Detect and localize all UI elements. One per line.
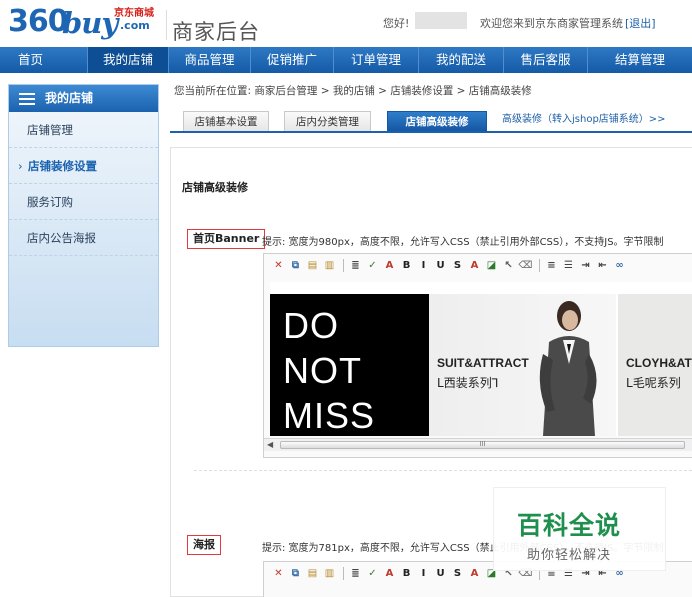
bg-color-icon[interactable]: ◪: [484, 258, 499, 273]
nav-home[interactable]: 首页: [0, 47, 88, 73]
banner-label: 首页Banner: [187, 229, 266, 249]
watermark: 百科全说 助你轻松解决: [493, 487, 666, 571]
sidebar-title: 我的店铺: [45, 91, 94, 105]
underline-icon[interactable]: U: [433, 566, 448, 581]
bold-icon[interactable]: B: [399, 258, 414, 273]
bold-icon[interactable]: B: [399, 566, 414, 581]
banner-image-black: DO NOT MISS: [270, 294, 429, 436]
suit-cn-text: L西装系列⅂: [437, 376, 499, 390]
greeting-text: 您好!: [383, 17, 410, 30]
banner-image-coat: CLOYH&AT L毛呢系列: [618, 294, 692, 436]
sidebar-item-announcement[interactable]: 店内公告海报: [9, 220, 158, 256]
tab-basic-settings[interactable]: 店铺基本设置: [183, 111, 269, 131]
nav-products[interactable]: 商品管理: [169, 47, 251, 73]
poster-label: 海报: [187, 535, 221, 555]
scroll-left-icon[interactable]: ◀: [267, 440, 273, 449]
model-figure-icon: [539, 301, 597, 436]
pointer-icon[interactable]: ↖: [501, 258, 516, 273]
logo-jd-text: 京东商城: [114, 8, 154, 19]
logo-360-text: 360: [8, 4, 69, 39]
site-logo[interactable]: 360 buy 京东商城 .com: [8, 4, 160, 44]
copy-icon[interactable]: ⧉: [288, 566, 303, 581]
nav-delivery[interactable]: 我的配送: [419, 47, 504, 73]
strike-icon[interactable]: S: [450, 566, 465, 581]
sidebar-item-service-order[interactable]: 服务订购: [9, 184, 158, 220]
strike-icon[interactable]: S: [450, 258, 465, 273]
font-color-icon[interactable]: A: [467, 258, 482, 273]
paste-icon[interactable]: ▤: [305, 566, 320, 581]
sidebar-item-label: 店铺装修设置: [28, 159, 97, 173]
outdent-icon[interactable]: ⇤: [595, 258, 610, 273]
app-title: 商家后台: [172, 20, 260, 44]
spellcheck-icon[interactable]: ✓: [365, 258, 380, 273]
toolbar-separator: [539, 259, 540, 272]
nav-aftersales[interactable]: 售后客服: [504, 47, 588, 73]
copy-icon[interactable]: ⧉: [288, 258, 303, 273]
underline-icon[interactable]: U: [433, 258, 448, 273]
banner-hint: 提示: 宽度为980px，高度不限，允许写入CSS（禁止引用外部CSS），不支持…: [262, 237, 664, 248]
sidebar: 我的店铺 店铺管理 › 店铺装修设置 服务订购 店内公告海报: [8, 84, 159, 347]
font-icon[interactable]: A: [382, 258, 397, 273]
nav-orders[interactable]: 订单管理: [334, 47, 419, 73]
suit-en-text: SUIT&ATTRACT: [437, 356, 529, 370]
font-color-icon[interactable]: A: [467, 566, 482, 581]
banner-image-suit: SUIT&ATTRACT L西装系列⅂: [429, 294, 616, 436]
align-left-icon[interactable]: ≡: [544, 258, 559, 273]
header: 360 buy 京东商城 .com 商家后台 您好! 欢迎您来到京东商家管理系统…: [0, 0, 692, 47]
banner-text-miss: MISS: [283, 395, 376, 436]
sidebar-item-shop-management[interactable]: 店铺管理: [9, 112, 158, 148]
watermark-subtitle: 助你轻松解决: [527, 548, 612, 563]
welcome-text: 欢迎您来到京东商家管理系统: [480, 17, 623, 30]
paste-word-icon[interactable]: ▥: [322, 258, 337, 273]
banner-text-not: NOT: [283, 350, 362, 391]
banner-text-do: DO: [283, 305, 339, 346]
nav-my-shop[interactable]: 我的店铺: [88, 47, 169, 73]
spellcheck-icon[interactable]: ✓: [365, 566, 380, 581]
cloy-cn-text: L毛呢系列: [626, 376, 681, 390]
logout-link[interactable]: [退出]: [625, 15, 656, 31]
link-icon[interactable]: ∞: [612, 258, 627, 273]
nav-settlement[interactable]: 结算管理: [588, 47, 692, 73]
editor-hscrollbar[interactable]: ◀ III: [264, 438, 692, 451]
italic-icon[interactable]: I: [416, 258, 431, 273]
username-redacted: [415, 12, 467, 29]
eraser-icon[interactable]: ⌫: [518, 258, 533, 273]
chevron-right-icon: ›: [18, 159, 23, 173]
toolbar-separator: [343, 259, 344, 272]
main-nav: 首页 我的店铺 商品管理 促销推广 订单管理 我的配送 售后客服 结算管理: [0, 47, 692, 73]
tab-bar: 店铺基本设置 店内分类管理 店铺高级装修 高级装修（转入jshop店铺系统）>>: [183, 111, 692, 131]
section-title: 店铺高级装修: [182, 181, 248, 194]
tab-category-management[interactable]: 店内分类管理: [284, 111, 371, 131]
nav-promotion[interactable]: 促销推广: [251, 47, 334, 73]
font-icon[interactable]: A: [382, 566, 397, 581]
section-divider: [194, 470, 692, 471]
paste-icon[interactable]: ▤: [305, 258, 320, 273]
scroll-thumb[interactable]: III: [280, 441, 685, 449]
cut-icon[interactable]: ✕: [271, 258, 286, 273]
cloy-en-text: CLOYH&AT: [626, 356, 692, 370]
italic-icon[interactable]: I: [416, 566, 431, 581]
breadcrumb: 您当前所在位置: 商家后台管理 > 我的店铺 > 店铺装修设置 > 店铺高级装修: [174, 85, 532, 97]
banner-editor[interactable]: ✕ ⧉ ▤ ▥ ≣ ✓ A B I U S A ◪ ↖ ⌫ ≡ ☰ ⇥ ⇤ ∞ DO NOT MISS SUIT&AT…: [263, 253, 692, 458]
sidebar-header: 我的店铺: [9, 85, 158, 112]
page: 360 buy 京东商城 .com 商家后台 您好! 欢迎您来到京东商家管理系统…: [0, 0, 692, 597]
header-divider: [166, 10, 167, 40]
toolbar-separator: [343, 567, 344, 580]
editor-toolbar: ✕ ⧉ ▤ ▥ ≣ ✓ A B I U S A ◪ ↖ ⌫ ≡ ☰ ⇥ ⇤ ∞: [271, 258, 629, 276]
watermark-title: 百科全说: [517, 511, 622, 540]
sidebar-item-decoration-settings[interactable]: › 店铺装修设置: [9, 148, 158, 184]
editor-content[interactable]: DO NOT MISS SUIT&ATTRACT L西装系列⅂ CLOYH&AT…: [270, 282, 692, 436]
paste-word-icon[interactable]: ▥: [322, 566, 337, 581]
logo-com-text: .com: [120, 19, 150, 32]
tab-advanced-decoration[interactable]: 店铺高级装修: [387, 111, 487, 131]
cut-icon[interactable]: ✕: [271, 566, 286, 581]
list-icon[interactable]: ☰: [561, 258, 576, 273]
logo-buy-text: buy: [62, 6, 118, 40]
menu-list-icon: [19, 93, 35, 105]
format-icon[interactable]: ≣: [348, 258, 363, 273]
indent-icon[interactable]: ⇥: [578, 258, 593, 273]
tab-underline: [170, 131, 692, 133]
jshop-link[interactable]: 高级装修（转入jshop店铺系统）>>: [502, 111, 666, 128]
format-icon[interactable]: ≣: [348, 566, 363, 581]
